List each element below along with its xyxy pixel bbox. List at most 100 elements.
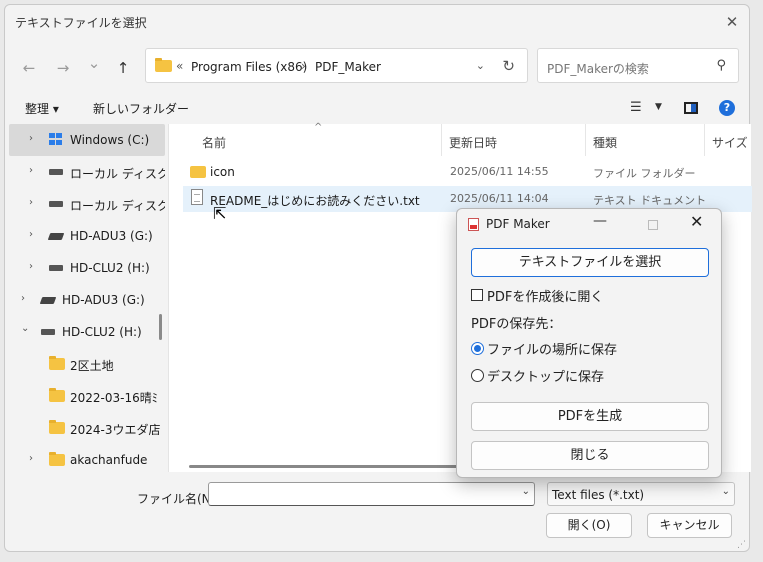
chevron-down-icon[interactable]: ⌄	[722, 486, 730, 497]
back-arrow-icon[interactable]: ←	[18, 57, 40, 79]
sidebar-item-local-disk-2[interactable]: › ローカル ディスク	[9, 188, 165, 220]
sidebar-item-hd-adu3-g[interactable]: › HD-ADU3 (G:)	[9, 220, 165, 252]
folder-icon	[155, 58, 172, 72]
sidebar-item-windows-c[interactable]: › Windows (C:)	[9, 124, 165, 156]
filetype-value: Text files (*.txt)	[552, 488, 645, 502]
dialog-title: テキストファイルを選択	[15, 16, 147, 30]
sidebar-item-folder-2022[interactable]: 2022-03-16晴ﾐ	[9, 380, 165, 412]
preview-pane-icon[interactable]	[684, 102, 698, 114]
save-desktop-radio[interactable]	[471, 369, 484, 382]
sidebar-item-label: Windows (C:)	[70, 133, 150, 147]
windows-drive-icon	[49, 133, 63, 145]
recent-locations-icon[interactable]: ⌄	[83, 52, 105, 74]
overflow-chevron-icon[interactable]: «	[176, 59, 183, 73]
folder-icon	[49, 452, 65, 466]
column-divider[interactable]	[585, 124, 586, 156]
close-icon[interactable]: ✕	[721, 11, 743, 33]
column-divider[interactable]	[441, 124, 442, 156]
sidebar-item-label: ローカル ディスク	[70, 167, 165, 181]
organize-menu-button[interactable]: 整理 ▾	[25, 100, 59, 117]
maximize-icon	[648, 220, 658, 230]
select-text-file-button[interactable]: テキストファイルを選択	[471, 248, 709, 277]
close-button[interactable]: 閉じる	[471, 441, 709, 470]
chevron-right-icon[interactable]: ›	[21, 293, 25, 304]
search-placeholder: PDF_Makerの検索	[547, 62, 649, 76]
save-same-location-label[interactable]: ファイルの場所に保存	[487, 339, 617, 358]
sidebar-scrollbar[interactable]	[159, 314, 162, 340]
chevron-right-icon[interactable]: ›	[29, 229, 33, 240]
file-type: ファイル フォルダー	[593, 167, 696, 180]
column-divider[interactable]	[704, 124, 705, 156]
column-header-name[interactable]: 名前	[202, 134, 226, 151]
file-row-icon-folder[interactable]: icon 2025/06/11 14:55 ファイル フォルダー	[183, 159, 752, 185]
chevron-down-icon[interactable]: ⌄	[476, 59, 485, 72]
up-arrow-icon[interactable]: ↑	[112, 57, 134, 79]
filetype-select[interactable]: Text files (*.txt) ⌄	[547, 482, 735, 506]
filename-input[interactable]: ⌄	[208, 482, 535, 506]
file-name: icon	[210, 165, 235, 179]
column-header-type[interactable]: 種類	[593, 134, 617, 151]
drive-icon	[41, 329, 55, 335]
title-bar: テキストファイルを選択 ✕	[5, 5, 749, 39]
breadcrumb-separator[interactable]: ›	[301, 59, 306, 73]
mouse-cursor-icon: ⇱	[213, 204, 227, 223]
popup-title: PDF Maker	[486, 217, 550, 231]
sidebar-item-label: HD-ADU3 (G:)	[62, 293, 145, 307]
chevron-down-icon[interactable]: ⌄	[21, 323, 29, 334]
open-after-create-checkbox[interactable]	[471, 289, 483, 301]
new-folder-button[interactable]: 新しいフォルダー	[93, 100, 189, 117]
sidebar-item-hd-clu2-h[interactable]: › HD-CLU2 (H:)	[9, 252, 165, 284]
sidebar-item-folder-2ku[interactable]: 2区土地	[9, 348, 165, 380]
folder-icon	[49, 356, 65, 370]
folder-icon	[49, 420, 65, 434]
chevron-down-icon[interactable]: ▼	[655, 102, 662, 112]
drive-icon	[49, 169, 63, 175]
sidebar-item-local-disk-1[interactable]: › ローカル ディスク	[9, 156, 165, 188]
sidebar-item-label: 2区土地	[70, 359, 114, 373]
open-after-create-label[interactable]: PDFを作成後に開く	[487, 286, 603, 305]
sidebar-item-folder-2024[interactable]: 2024-3ウエダ店	[9, 412, 165, 444]
chevron-right-icon[interactable]: ›	[29, 133, 33, 144]
sidebar-item-label: ローカル ディスク	[70, 199, 165, 213]
close-icon[interactable]: ✕	[690, 212, 703, 231]
address-bar[interactable]: « Program Files (x86) › PDF_Maker ⌄ ↻	[145, 48, 528, 83]
column-header-size[interactable]: サイズ	[712, 134, 748, 151]
breadcrumb-pdf-maker[interactable]: PDF_Maker	[315, 60, 381, 74]
minimize-icon[interactable]: —	[593, 213, 607, 229]
generate-pdf-button[interactable]: PDFを生成	[471, 402, 709, 431]
resize-grip-icon[interactable]: ⋰	[737, 540, 746, 550]
help-icon[interactable]: ?	[719, 100, 735, 116]
external-drive-icon	[47, 233, 65, 240]
folder-icon	[190, 166, 206, 178]
open-button[interactable]: 開く(O)	[546, 513, 632, 538]
sidebar-item-label: akachanfude	[70, 453, 148, 467]
chevron-right-icon[interactable]: ›	[29, 453, 33, 464]
navigation-pane: › Windows (C:) › ローカル ディスク › ローカル ディスク ›…	[9, 124, 165, 472]
column-header-date[interactable]: 更新日時	[449, 134, 497, 151]
dialog-footer: ファイル名(N): ⌄ Text files (*.txt) ⌄ 開く(O) キ…	[5, 472, 749, 552]
file-name: README_はじめにお読みください.txt	[210, 194, 420, 208]
drive-icon	[49, 201, 63, 207]
sidebar-item-label: HD-CLU2 (H:)	[70, 261, 150, 275]
chevron-right-icon[interactable]: ›	[29, 165, 33, 176]
pdf-maker-window: PDF Maker — ✕ テキストファイルを選択 PDFを作成後に開く PDF…	[456, 208, 722, 478]
view-options-icon[interactable]: ☰	[630, 100, 642, 115]
search-input[interactable]: PDF_Makerの検索 ⚲	[537, 48, 739, 83]
file-date: 2025/06/11 14:04	[450, 192, 549, 205]
save-desktop-label[interactable]: デスクトップに保存	[487, 366, 604, 385]
chevron-right-icon[interactable]: ›	[29, 197, 33, 208]
sidebar-item-hd-clu2-h-network[interactable]: ⌄ HD-CLU2 (H:)	[9, 316, 165, 348]
cancel-button[interactable]: キャンセル	[647, 513, 732, 538]
chevron-right-icon[interactable]: ›	[29, 261, 33, 272]
chevron-down-icon[interactable]: ⌄	[522, 486, 530, 497]
sidebar-item-folder-akachanfude[interactable]: › akachanfude	[9, 444, 165, 472]
sidebar-item-label: HD-CLU2 (H:)	[62, 325, 142, 339]
horizontal-scrollbar[interactable]	[189, 465, 463, 468]
save-same-location-radio[interactable]	[471, 342, 484, 355]
forward-arrow-icon[interactable]: →	[52, 57, 74, 79]
refresh-icon[interactable]: ↻	[502, 57, 515, 75]
file-date: 2025/06/11 14:55	[450, 165, 549, 178]
breadcrumb-program-files[interactable]: Program Files (x86)	[191, 60, 307, 74]
sidebar-item-hd-adu3-g-network[interactable]: › HD-ADU3 (G:)	[9, 284, 165, 316]
file-type: テキスト ドキュメント	[593, 194, 707, 207]
